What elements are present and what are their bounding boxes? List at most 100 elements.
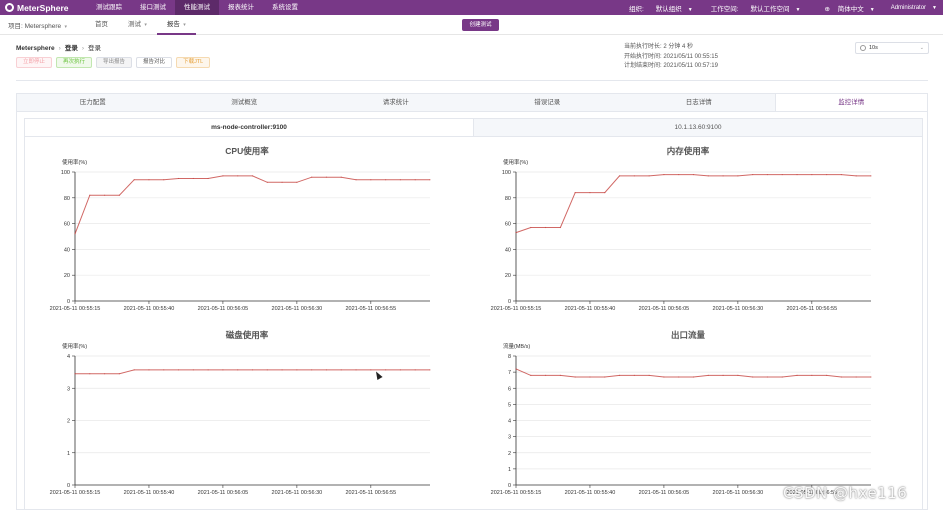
- subnav-test-label: 测试: [128, 20, 141, 28]
- y-tick-label: 4: [508, 419, 511, 425]
- chevron-down-icon: ▼: [687, 6, 693, 13]
- duration-value: 2 分钟 4 秒: [663, 44, 694, 50]
- data-point: [722, 374, 724, 376]
- y-tick-label: 0: [508, 299, 511, 305]
- x-tick-label: 2021-05-11 00:55:40: [124, 490, 175, 496]
- chevron-down-icon: ▼: [869, 6, 875, 13]
- x-tick-label: 2021-05-11 00:56:30: [713, 306, 764, 312]
- data-point: [340, 176, 342, 178]
- nav-test-track[interactable]: 测试跟踪: [87, 0, 131, 15]
- data-point: [766, 173, 769, 176]
- data-point: [237, 369, 239, 371]
- nav-performance-test[interactable]: 性能测试: [175, 0, 219, 15]
- data-point: [355, 369, 357, 371]
- chart-title: 磁盘使用率: [226, 330, 269, 340]
- data-point: [633, 374, 635, 376]
- x-tick-label: 2021-05-11 00:56:30: [272, 490, 323, 496]
- data-point: [133, 369, 135, 371]
- data-point: [192, 369, 194, 371]
- data-point: [604, 192, 606, 194]
- tab-load-config[interactable]: 压力配置: [17, 94, 169, 111]
- download-jtl-button[interactable]: 下载JTL: [176, 57, 211, 68]
- project-selector[interactable]: 项目: Metersphere ▾: [0, 20, 85, 30]
- chevron-down-icon: ▾: [181, 21, 186, 28]
- data-point: [296, 369, 298, 371]
- y-tick-label: 40: [505, 247, 511, 253]
- metersphere-logo-icon: [5, 3, 14, 12]
- data-point: [559, 374, 561, 376]
- org-switcher[interactable]: 默认组织 ▼: [650, 3, 693, 13]
- data-point: [325, 176, 328, 178]
- x-tick-label: 2021-05-11 00:56:05: [198, 490, 249, 496]
- x-tick-label: 2021-05-11 00:56:55: [786, 306, 837, 312]
- y-tick-label: 0: [67, 483, 70, 489]
- data-point: [589, 376, 591, 378]
- nav-report-stats[interactable]: 报表统计: [219, 0, 263, 15]
- chart-title: 内存使用率: [667, 146, 710, 156]
- org-value: 默认组织: [655, 5, 682, 13]
- y-tick-label: 100: [502, 170, 511, 176]
- rerun-button[interactable]: 再次执行: [56, 57, 93, 68]
- data-point: [604, 376, 606, 378]
- tab-monitor[interactable]: 监控详情: [774, 94, 927, 111]
- tab-overview[interactable]: 测试概览: [169, 94, 321, 111]
- data-point: [515, 368, 517, 370]
- watermark: CSDN @hxe116: [783, 484, 908, 502]
- data-point: [266, 369, 268, 371]
- data-point: [192, 177, 194, 180]
- data-point: [118, 194, 120, 196]
- data-point: [752, 173, 754, 176]
- data-point: [163, 179, 165, 181]
- data-point: [89, 194, 91, 196]
- nav-system-settings[interactable]: 系统设置: [263, 0, 307, 15]
- clock-icon: [860, 45, 866, 51]
- data-point: [678, 376, 680, 378]
- duration-label: 当前执行时长:: [624, 44, 662, 50]
- user-menu[interactable]: Administrator ▼: [885, 5, 937, 11]
- compare-report-button[interactable]: 报告对比: [136, 57, 173, 68]
- data-point: [840, 376, 843, 378]
- stop-button[interactable]: 立即停止: [16, 57, 53, 68]
- brand-name: MeterSphere: [17, 2, 69, 13]
- y-tick-label: 5: [508, 402, 511, 408]
- data-point: [414, 179, 416, 181]
- subnav-report[interactable]: 报告 ▾: [156, 15, 196, 35]
- data-point: [870, 175, 872, 177]
- create-test-button[interactable]: 创建测试: [462, 19, 499, 31]
- export-report-button[interactable]: 导出报告: [96, 57, 133, 68]
- y-tick-label: 0: [508, 483, 511, 489]
- tab-errors[interactable]: 错误记录: [472, 94, 624, 111]
- brand-logo[interactable]: MeterSphere: [0, 3, 87, 13]
- y-axis-label: 流量(MB/s): [503, 342, 530, 350]
- chart-title: CPU使用率: [225, 146, 269, 156]
- workspace-switcher[interactable]: 默认工作空间 ▼: [745, 3, 801, 13]
- chart-title: 出口流量: [671, 330, 706, 340]
- data-point: [251, 175, 254, 177]
- y-tick-label: 1: [67, 451, 70, 457]
- breadcrumb-test[interactable]: 登录: [65, 45, 78, 52]
- y-tick-label: 80: [505, 196, 511, 202]
- data-point: [385, 369, 387, 371]
- tab-request-stats[interactable]: 请求统计: [320, 94, 472, 111]
- breadcrumb-project[interactable]: Metersphere: [16, 45, 55, 52]
- monitor-tab-host[interactable]: 10.1.13.60:9100: [474, 119, 922, 136]
- refresh-interval-select[interactable]: 10s ⌄: [855, 42, 929, 54]
- subnav-test[interactable]: 测试 ▾: [118, 15, 157, 35]
- monitor-tab-node-controller[interactable]: ms-node-controller:9100: [25, 119, 474, 136]
- cpu-usage-chart: CPU使用率使用率(%) 0 20 40 60 80 100 2021-05-11 00:55…: [50, 146, 431, 312]
- disk-usage-chart: 磁盘使用率使用率(%) 0 1 2 3 4 2021-05-11 00:55:15 2021-…: [50, 330, 431, 496]
- network-out-chart: 出口流量流量(MB/s) 0 1 2 3 4 5 6 7 8 2021-05-11 00:55:15…: [491, 330, 872, 496]
- data-point: [281, 369, 283, 371]
- y-tick-label: 2: [508, 451, 511, 457]
- data-point: [414, 369, 416, 371]
- breadcrumb-separator-icon: ›: [81, 45, 84, 52]
- nav-api-test[interactable]: 接口测试: [131, 0, 175, 15]
- subnav-home[interactable]: 首页: [85, 15, 118, 35]
- divider: [16, 80, 928, 81]
- data-point: [811, 173, 813, 176]
- language-switcher[interactable]: ⊕ 简体中文 ▼: [818, 3, 874, 13]
- data-point: [429, 179, 431, 181]
- tab-logs[interactable]: 日志详情: [623, 94, 775, 111]
- y-axis-label: 使用率(%): [503, 158, 528, 166]
- y-tick-label: 20: [505, 273, 511, 279]
